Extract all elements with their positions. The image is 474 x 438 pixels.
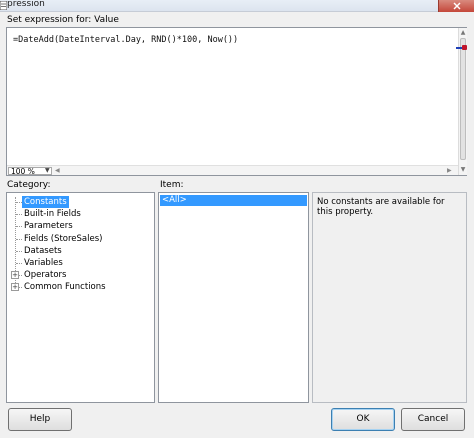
description-panel: No constants are available for this prop…	[312, 192, 467, 403]
expression-text[interactable]: =DateAdd(DateInterval.Day, RND()*100, No…	[13, 35, 238, 45]
scroll-up-icon[interactable]: ▲	[459, 29, 467, 37]
horizontal-scrollbar[interactable]: 100 % ▼ ◀ ▶	[7, 165, 458, 175]
item-list[interactable]: <All>	[158, 192, 309, 403]
tree-item-label: Variables	[24, 258, 63, 268]
error-marker-icon	[462, 45, 467, 50]
expand-plus-icon[interactable]: +	[11, 283, 19, 291]
category-label: Category:	[7, 180, 51, 190]
expand-plus-icon[interactable]: +	[11, 271, 19, 279]
tree-item-constants[interactable]: Constants	[7, 196, 154, 208]
tree-item-operators[interactable]: + Operators	[7, 269, 154, 281]
title-bar: pression	[0, 0, 474, 12]
vertical-scroll-thumb[interactable]	[460, 38, 466, 160]
tree-item-label: Parameters	[24, 221, 73, 231]
cancel-button[interactable]: Cancel	[401, 408, 465, 431]
tree-item-label: Common Functions	[24, 282, 106, 292]
description-text: No constants are available for this prop…	[317, 197, 445, 217]
close-window-button[interactable]	[438, 0, 474, 12]
expression-editor[interactable]: =DateAdd(DateInterval.Day, RND()*100, No…	[6, 27, 467, 176]
chevron-down-icon: ▼	[45, 167, 50, 174]
tree-item-label: Datasets	[24, 246, 62, 256]
item-label: Item:	[160, 180, 184, 190]
scroll-down-icon[interactable]: ▼	[459, 166, 467, 174]
list-item-all[interactable]: <All>	[160, 195, 307, 206]
category-tree[interactable]: Constants Built-in Fields Parameters Fie…	[6, 192, 155, 403]
tree-item-variables[interactable]: Variables	[7, 257, 154, 269]
zoom-select[interactable]: 100 % ▼	[8, 167, 52, 175]
tree-item-built-in-fields[interactable]: Built-in Fields	[7, 208, 154, 220]
window-title: pression	[7, 0, 45, 9]
tree-item-parameters[interactable]: Parameters	[7, 220, 154, 232]
tree-item-label: Fields (StoreSales)	[24, 234, 103, 244]
expression-window-icon	[0, 1, 7, 10]
scroll-left-icon[interactable]: ◀	[55, 166, 60, 175]
zoom-value: 100 %	[11, 167, 35, 176]
tree-item-common-functions[interactable]: + Common Functions	[7, 281, 154, 293]
tree-item-label: Built-in Fields	[24, 209, 81, 219]
tree-item-fields[interactable]: Fields (StoreSales)	[7, 233, 154, 245]
tree-item-label: Constants	[22, 196, 69, 208]
tree-item-label: Operators	[24, 270, 67, 280]
tree-item-datasets[interactable]: Datasets	[7, 245, 154, 257]
scroll-right-icon[interactable]: ▶	[447, 166, 452, 175]
set-expression-label: Set expression for: Value	[7, 15, 119, 25]
vertical-scrollbar[interactable]: ▲ ▼	[458, 28, 467, 175]
help-button[interactable]: Help	[8, 408, 72, 431]
ok-button[interactable]: OK	[331, 408, 395, 431]
close-icon	[453, 2, 461, 10]
